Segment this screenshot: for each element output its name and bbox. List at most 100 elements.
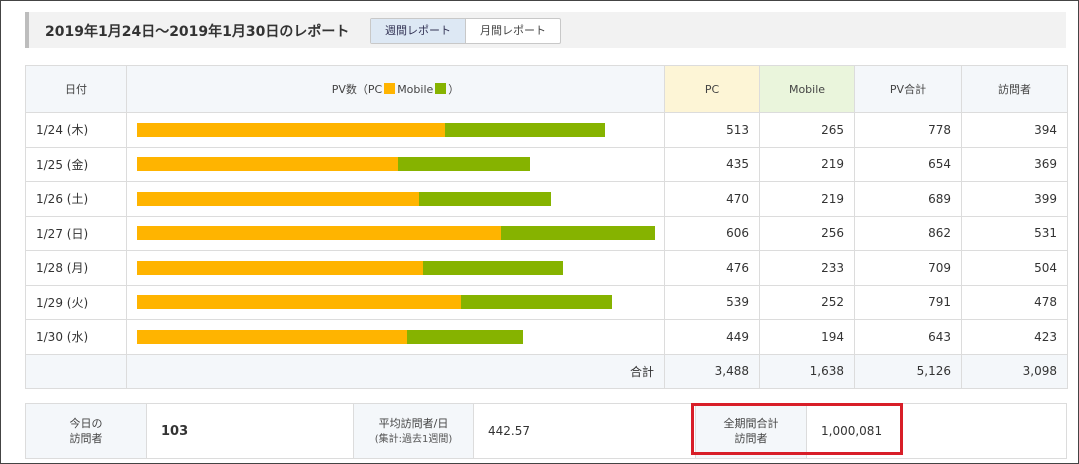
table-row: 1/30 (水) 449 194 643 423 <box>25 319 1068 355</box>
col-mobile: Mobile <box>759 65 855 113</box>
row-date: 1/25 (金) <box>25 146 127 182</box>
totals-row: 合計 3,488 1,638 5,126 3,098 <box>25 353 1068 389</box>
row-pv-bar <box>126 181 665 217</box>
pc-bar-segment <box>137 157 399 172</box>
mobile-bar-segment <box>398 157 530 172</box>
mobile-bar-segment <box>423 260 564 275</box>
col-visitors: 訪問者 <box>961 65 1068 113</box>
row-pv-bar <box>126 112 665 148</box>
pc-bar-segment <box>137 329 407 344</box>
pv-stacked-bar <box>137 260 654 275</box>
row-visitors: 504 <box>961 250 1068 286</box>
pv-stacked-bar <box>137 295 654 310</box>
row-pv-total: 791 <box>854 284 962 320</box>
row-pc: 476 <box>664 250 760 286</box>
table-row: 1/27 (日) 606 256 862 531 <box>25 215 1068 251</box>
pv-label-suffix: ） <box>448 83 460 96</box>
row-pv-bar <box>126 215 665 251</box>
pv-stacked-bar <box>137 226 655 241</box>
total-visitors: 3,098 <box>961 353 1068 389</box>
row-visitors: 423 <box>961 319 1068 355</box>
avg-visitors-label: 平均訪問者/日 (集計:過去1週間) <box>354 404 474 458</box>
row-pv-total: 689 <box>854 181 962 217</box>
row-pv-bar <box>126 250 665 286</box>
row-pv-bar <box>126 284 665 320</box>
row-pc: 539 <box>664 284 760 320</box>
row-visitors: 478 <box>961 284 1068 320</box>
pc-bar-segment <box>137 191 420 206</box>
row-visitors: 369 <box>961 146 1068 182</box>
row-mobile: 252 <box>759 284 855 320</box>
row-pc: 606 <box>664 215 760 251</box>
avg-label-line2: (集計:過去1週間) <box>374 433 453 445</box>
row-date: 1/27 (日) <box>25 215 127 251</box>
totals-label: 合計 <box>126 353 665 389</box>
table-row: 1/24 (木) 513 265 778 394 <box>25 112 1068 148</box>
total-mobile: 1,638 <box>759 353 855 389</box>
row-mobile: 265 <box>759 112 855 148</box>
table-row: 1/25 (金) 435 219 654 369 <box>25 146 1068 182</box>
row-mobile: 194 <box>759 319 855 355</box>
row-pv-bar <box>126 146 665 182</box>
row-pv-total: 778 <box>854 112 962 148</box>
report-header: 2019年1月24日〜2019年1月30日のレポート 週間レポート 月間レポート <box>25 12 1066 48</box>
today-label-line2: 訪問者 <box>69 432 103 445</box>
row-pv-bar <box>126 319 665 355</box>
mobile-bar-segment <box>460 295 613 310</box>
row-mobile: 219 <box>759 181 855 217</box>
table-row: 1/26 (土) 470 219 689 399 <box>25 181 1068 217</box>
table-header-row: 日付 PV数（PC Mobile ） PC Mobile PV合計 訪問者 <box>25 65 1068 113</box>
today-visitors-value: 103 <box>147 404 354 458</box>
row-pc: 435 <box>664 146 760 182</box>
mobile-bar-segment <box>406 329 524 344</box>
row-date: 1/24 (木) <box>25 112 127 148</box>
highlight-box <box>691 403 903 455</box>
table-row: 1/28 (月) 476 233 709 504 <box>25 250 1068 286</box>
row-mobile: 233 <box>759 250 855 286</box>
pc-bar-segment <box>137 122 446 137</box>
visitor-summary: 今日の 訪問者 103 平均訪問者/日 (集計:過去1週間) 442.57 全期間合… <box>25 403 1067 459</box>
pc-bar-segment <box>137 226 502 241</box>
row-date: 1/28 (月) <box>25 250 127 286</box>
total-pv: 5,126 <box>854 353 962 389</box>
pv-stacked-bar <box>137 157 654 172</box>
row-pv-total: 862 <box>854 215 962 251</box>
row-pv-total: 709 <box>854 250 962 286</box>
pv-label-mid: Mobile <box>397 83 434 96</box>
mobile-bar-segment <box>501 226 655 241</box>
row-pc: 470 <box>664 181 760 217</box>
tab-monthly-report[interactable]: 月間レポート <box>465 19 560 43</box>
today-label-line1: 今日の <box>69 417 103 430</box>
pv-report-table: 日付 PV数（PC Mobile ） PC Mobile PV合計 訪問者 1/24… <box>25 65 1068 389</box>
table-row: 1/29 (火) 539 252 791 478 <box>25 284 1068 320</box>
col-pv-total: PV合計 <box>854 65 962 113</box>
col-pc: PC <box>664 65 760 113</box>
row-mobile: 256 <box>759 215 855 251</box>
row-mobile: 219 <box>759 146 855 182</box>
row-pv-total: 654 <box>854 146 962 182</box>
row-date: 1/30 (水) <box>25 319 127 355</box>
row-visitors: 394 <box>961 112 1068 148</box>
mobile-bar-segment <box>419 191 552 206</box>
report-title: 2019年1月24日〜2019年1月30日のレポート <box>45 24 350 40</box>
mobile-legend-swatch <box>435 83 447 94</box>
avg-label-line1: 平均訪問者/日 <box>378 416 449 430</box>
pv-label-prefix: PV数（PC <box>331 83 383 96</box>
pc-bar-segment <box>137 260 424 275</box>
pv-stacked-bar <box>137 122 654 137</box>
row-pv-total: 643 <box>854 319 962 355</box>
row-date: 1/29 (火) <box>25 284 127 320</box>
pv-stacked-bar <box>137 329 654 344</box>
pc-legend-swatch <box>384 83 396 94</box>
row-visitors: 399 <box>961 181 1068 217</box>
row-pc: 513 <box>664 112 760 148</box>
row-visitors: 531 <box>961 215 1068 251</box>
row-pc: 449 <box>664 319 760 355</box>
totals-empty-cell <box>25 353 127 389</box>
tab-weekly-report[interactable]: 週間レポート <box>371 19 465 43</box>
col-pv-bar: PV数（PC Mobile ） <box>126 65 665 113</box>
mobile-bar-segment <box>445 122 605 137</box>
total-pc: 3,488 <box>664 353 760 389</box>
pv-stacked-bar <box>137 191 654 206</box>
col-date: 日付 <box>25 65 127 113</box>
